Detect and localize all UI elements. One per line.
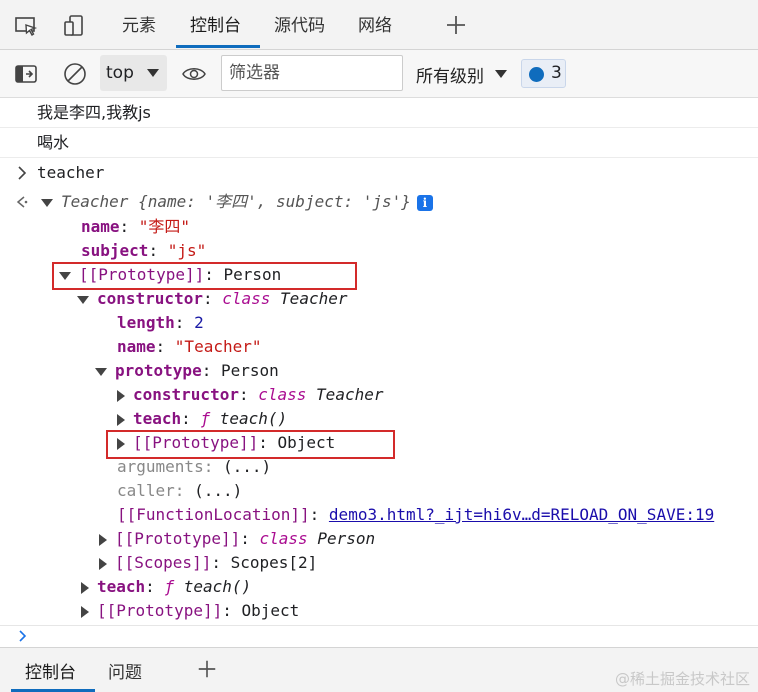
- live-expression-eye-icon[interactable]: [182, 62, 206, 86]
- tab-elements[interactable]: 元素: [122, 14, 156, 38]
- prototype-object-row[interactable]: [[Prototype]]: Object: [81, 599, 299, 623]
- expand-triangle-icon[interactable]: [59, 271, 71, 280]
- result-return-arrow-icon: [16, 196, 28, 208]
- info-icon[interactable]: i: [416, 194, 433, 211]
- collapsed-triangle-icon[interactable]: [117, 437, 125, 450]
- devtools-tabbar: 元素 控制台 源代码 网络: [0, 0, 758, 50]
- collapsed-triangle-icon[interactable]: [81, 605, 89, 618]
- collapsed-triangle-icon[interactable]: [81, 581, 89, 594]
- collapsed-triangle-icon[interactable]: [117, 413, 125, 426]
- drawer-tab-console[interactable]: 控制台: [25, 658, 76, 683]
- context-select[interactable]: top: [100, 55, 167, 91]
- tab-sources[interactable]: 源代码: [274, 14, 325, 38]
- clear-console-icon[interactable]: [63, 62, 87, 86]
- log-message: 我是李四,我教js: [37, 103, 151, 122]
- tab-console[interactable]: 控制台: [190, 14, 241, 38]
- message-count: 3: [551, 63, 562, 83]
- console-log-row: 喝水: [0, 128, 758, 158]
- inner-teach-row[interactable]: teach: ƒ teach(): [117, 407, 287, 431]
- drawer-add-tab-icon[interactable]: [196, 658, 218, 680]
- device-emulation-icon[interactable]: [62, 14, 86, 38]
- bottom-drawer: 控制台 问题 @稀土掘金技术社区: [0, 647, 758, 692]
- console-input-echo: teacher: [37, 163, 105, 182]
- divider: [0, 625, 758, 626]
- filter-input[interactable]: [221, 55, 403, 91]
- levels-chevron-down-icon[interactable]: [495, 70, 507, 78]
- collapsed-triangle-icon[interactable]: [99, 557, 107, 570]
- scopes-row[interactable]: [[Scopes]]: Scopes[2]: [99, 551, 317, 575]
- inspect-element-icon[interactable]: [14, 14, 38, 38]
- input-prompt-chevron-icon: [18, 166, 27, 180]
- console-prompt-chevron-icon[interactable]: [18, 630, 28, 642]
- property-length: length: 2: [117, 313, 204, 332]
- property-subject: subject: "js": [81, 241, 207, 260]
- inner-constructor-row[interactable]: constructor: class Teacher: [117, 383, 383, 407]
- property-arguments[interactable]: arguments: (...): [117, 455, 271, 479]
- prototype-row[interactable]: prototype: Person: [95, 359, 279, 383]
- collapsed-triangle-icon[interactable]: [99, 533, 107, 546]
- console-toolbar: top 所有级别 3: [0, 50, 758, 98]
- teach-method-row[interactable]: teach: ƒ teach(): [81, 575, 251, 599]
- function-location-row: [[FunctionLocation]]: demo3.html?_ijt=hi…: [117, 505, 715, 524]
- chevron-down-icon: [147, 69, 159, 77]
- watermark: @稀土掘金技术社区: [614, 670, 750, 688]
- constructor-row[interactable]: constructor: class Teacher: [77, 287, 347, 311]
- expand-triangle-icon[interactable]: [41, 198, 53, 207]
- tab-network[interactable]: 网络: [358, 14, 392, 38]
- drawer-tab-issues[interactable]: 问题: [108, 658, 142, 683]
- constructor-prototype-row[interactable]: [[Prototype]]: class Person: [99, 527, 375, 551]
- prototype-person-row[interactable]: [[Prototype]]: Person: [59, 263, 281, 287]
- add-tab-icon[interactable]: [444, 13, 468, 37]
- function-location-link[interactable]: demo3.html?_ijt=hi6v…d=RELOAD_ON_SAVE:19: [329, 505, 714, 524]
- property-caller[interactable]: caller: (...): [117, 479, 242, 503]
- property-name: name: "李四": [81, 217, 191, 236]
- property-function-name: name: "Teacher": [117, 337, 262, 356]
- object-preview-body: {name: '李四', subject: 'js'}: [138, 192, 411, 211]
- log-levels-label: 所有级别: [416, 67, 484, 87]
- expand-triangle-icon[interactable]: [95, 367, 107, 376]
- expand-triangle-icon[interactable]: [77, 295, 89, 304]
- context-select-value: top: [106, 63, 134, 83]
- console-log-row: 我是李四,我教js: [0, 98, 758, 128]
- active-tab-indicator: [176, 45, 260, 48]
- inner-prototype-object-row[interactable]: [[Prototype]]: Object: [117, 431, 335, 455]
- sidebar-toggle-icon[interactable]: [14, 62, 38, 86]
- message-icon: [529, 67, 544, 82]
- log-message: 喝水: [37, 133, 70, 152]
- collapsed-triangle-icon[interactable]: [117, 389, 125, 402]
- log-levels-dropdown[interactable]: 所有级别: [416, 62, 484, 87]
- result-object-preview[interactable]: Teacher {name: '李四', subject: 'js'} i: [41, 190, 433, 214]
- message-count-badge[interactable]: 3: [521, 59, 566, 88]
